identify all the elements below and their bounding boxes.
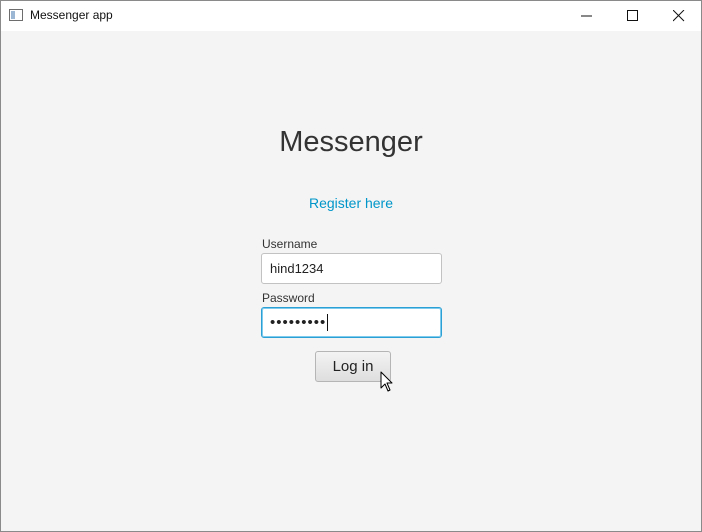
text-caret [327,313,329,331]
minimize-button[interactable] [564,1,610,31]
minimize-icon [581,15,592,17]
title-bar[interactable]: Messenger app [1,1,701,31]
close-button[interactable] [656,1,701,31]
username-field[interactable]: hind1234 [261,253,442,284]
register-link[interactable]: Register here [1,195,701,211]
username-value: hind1234 [270,261,324,276]
maximize-icon [627,10,638,21]
password-masked-value: ••••••••• [270,314,327,331]
app-window: Messenger app Messenger Register here Us… [0,0,702,532]
window-title: Messenger app [30,8,113,22]
mouse-pointer-icon [380,371,393,392]
app-window-icon [9,9,23,21]
close-icon [673,10,685,22]
password-label: Password [262,291,315,305]
username-label: Username [262,237,318,251]
maximize-button[interactable] [610,1,656,31]
page-title: Messenger [279,126,423,158]
password-field[interactable]: ••••••••• [261,307,442,338]
